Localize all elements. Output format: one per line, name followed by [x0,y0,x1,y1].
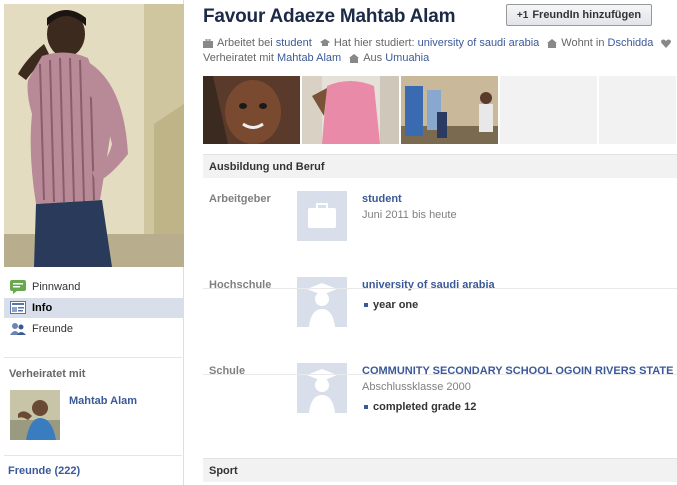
heart-icon [661,39,672,48]
add-friend-icon: +1 [516,9,529,21]
friends-icon [10,322,26,336]
college-detail-text: year one [373,299,419,311]
left-sidebar: Pinnwand Info Freunde Verheiratet mit Ma… [0,0,184,485]
studied-link[interactable]: university of saudi arabia [418,37,540,49]
nav-wall[interactable]: Pinnwand [4,277,184,297]
add-friend-label: FreundIn hinzufügen [532,9,642,21]
graduation-cap-icon [319,38,330,48]
profile-info-line-2: Verheiratet mit Mahtab Alam Aus Umuahia [203,52,437,64]
add-friend-button[interactable]: +1 FreundIn hinzufügen [506,4,652,26]
profile-name: Favour Adaeze Mahtab Alam [203,6,456,27]
briefcase-icon [203,38,213,48]
spouse-avatar[interactable] [10,390,60,440]
employer-label: Arbeitgeber [209,193,271,205]
sidebar-divider [4,455,182,456]
nav-wall-label: Pinnwand [32,281,81,293]
photo-strip [203,76,676,144]
work-prefix: Arbeitet bei [217,37,273,49]
briefcase-icon [297,191,347,241]
bullet-icon [364,303,368,307]
lives-prefix: Wohnt in [561,37,605,49]
sidebar-divider [4,357,182,358]
lives-info: Wohnt in Dschidda [547,37,653,49]
hometown-info: Aus Umuahia [349,52,429,64]
school-detail: completed grade 12 [364,401,476,413]
heart-item [661,39,675,48]
graduate-icon [297,277,347,327]
school-label: Schule [209,365,246,377]
wall-icon [10,280,26,294]
married-prefix: Verheiratet mit [203,52,274,64]
school-detail-text: completed grade 12 [373,401,477,413]
row-divider [203,288,677,289]
sport-section-header: Sport [203,458,677,482]
home-icon [349,53,360,63]
recent-photo-1[interactable] [203,76,300,144]
lives-link[interactable]: Dschidda [608,37,654,49]
employer-name-link[interactable]: student [362,193,402,205]
recent-photo-2[interactable] [302,76,399,144]
employer-dates: Juni 2011 bis heute [362,209,457,221]
studied-info: Hat hier studiert: university of saudi a… [319,37,540,49]
nav-friends-label: Freunde [32,323,73,335]
nav-info-label: Info [32,302,53,314]
married-link[interactable]: Mahtab Alam [277,52,341,64]
college-thumbnail[interactable] [297,277,347,327]
school-class: Abschlussklasse 2000 [362,381,471,393]
row-divider [203,374,677,375]
profile-info-line-1: Arbeitet bei student Hat hier studiert: … [203,37,675,49]
school-name-link[interactable]: COMMUNITY SECONDARY SCHOOL OGOIN RIVERS … [362,365,674,377]
profile-picture[interactable] [4,4,184,267]
employer-thumbnail[interactable] [297,191,347,241]
hometown-prefix: Aus [363,52,383,64]
nav-info[interactable]: Info [4,298,184,318]
school-thumbnail[interactable] [297,363,347,413]
education-section-header: Ausbildung und Beruf [203,154,677,178]
spouse-name-link[interactable]: Mahtab Alam [69,395,137,407]
hometown-link[interactable]: Umuahia [385,52,429,64]
graduate-icon [297,363,347,413]
location-icon [547,38,558,48]
work-link[interactable]: student [276,37,312,49]
work-info: Arbeitet bei student [203,37,312,49]
college-name-link[interactable]: university of saudi arabia [362,279,495,291]
college-label: Hochschule [209,279,272,291]
married-info: Verheiratet mit Mahtab Alam [203,52,341,64]
empty-photo-slot [599,76,676,144]
empty-photo-slot [500,76,597,144]
recent-photo-3[interactable] [401,76,498,144]
nav-friends[interactable]: Freunde [4,319,184,339]
college-detail: year one [364,299,418,311]
friends-count-link[interactable]: Freunde (222) [8,465,80,477]
info-icon [10,301,26,315]
bullet-icon [364,405,368,409]
studied-prefix: Hat hier studiert: [333,37,415,49]
married-heading: Verheiratet mit [9,368,86,380]
